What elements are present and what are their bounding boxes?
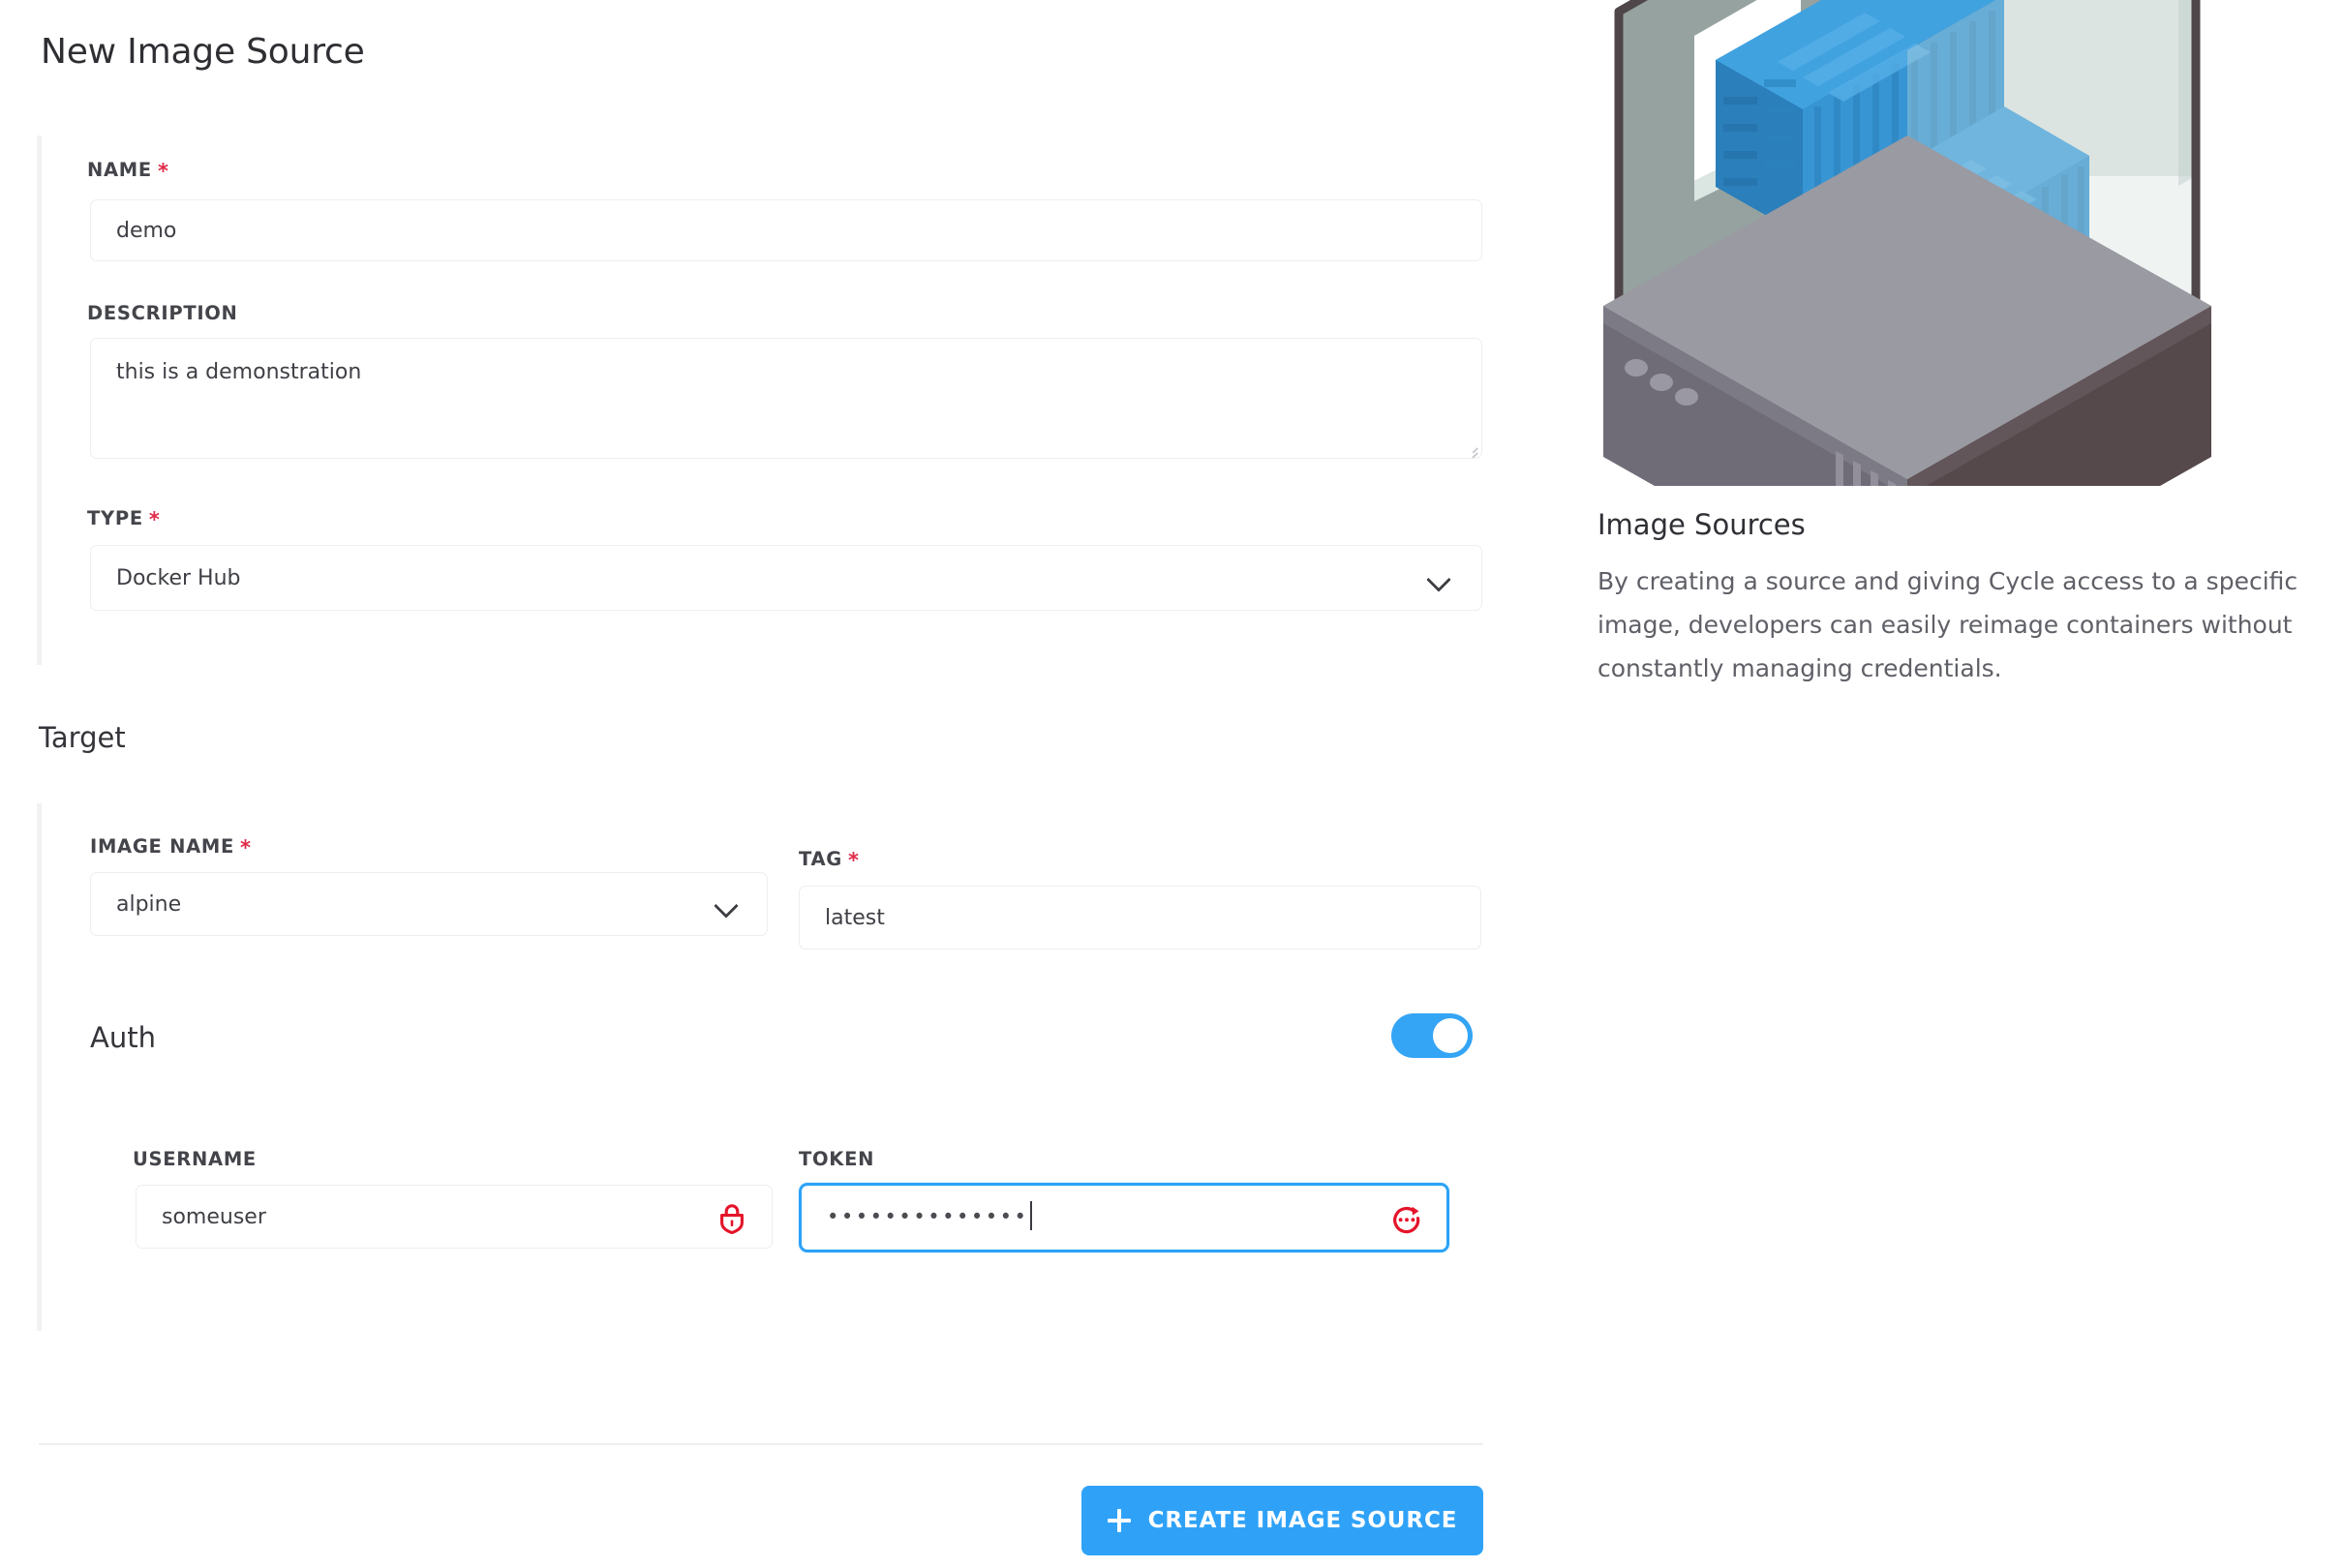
tag-label-text: TAG — [799, 848, 842, 870]
description-textarea[interactable]: this is a demonstration — [90, 338, 1482, 459]
new-image-source-page: New Image Source NAME * demo DESCRIPTION … — [0, 0, 2343, 1568]
target-section-heading: Target — [39, 721, 126, 754]
name-input-value: demo — [116, 218, 177, 243]
tag-label: TAG * — [799, 847, 860, 872]
create-image-source-button[interactable]: CREATE IMAGE SOURCE — [1081, 1486, 1483, 1555]
info-panel-title: Image Sources — [1598, 508, 1806, 541]
token-label-text: TOKEN — [799, 1148, 875, 1170]
type-select-value: Docker Hub — [116, 565, 241, 590]
username-label: USERNAME — [133, 1148, 257, 1170]
tag-input[interactable]: latest — [799, 886, 1481, 950]
chevron-down-icon[interactable] — [1427, 567, 1452, 592]
name-label: NAME * — [87, 158, 169, 183]
tag-input-value: latest — [825, 905, 885, 930]
name-label-text: NAME — [87, 159, 152, 181]
lock-icon[interactable] — [714, 1199, 750, 1236]
username-input-value: someuser — [162, 1204, 266, 1229]
description-label-text: DESCRIPTION — [87, 302, 238, 324]
username-label-text: USERNAME — [133, 1148, 257, 1170]
footer-divider — [39, 1443, 1483, 1445]
type-label: TYPE * — [87, 506, 161, 531]
page-title: New Image Source — [41, 32, 365, 72]
chevron-down-icon[interactable] — [715, 893, 740, 919]
description-label: DESCRIPTION — [87, 302, 238, 324]
name-input[interactable]: demo — [90, 199, 1482, 261]
type-required-asterisk: * — [148, 508, 161, 531]
auth-toggle-knob — [1433, 1018, 1468, 1053]
plus-icon — [1107, 1509, 1131, 1532]
type-select[interactable]: Docker Hub — [90, 545, 1482, 611]
username-input[interactable]: someuser — [136, 1185, 773, 1249]
description-textarea-value: this is a demonstration — [116, 360, 362, 384]
create-image-source-button-label: CREATE IMAGE SOURCE — [1147, 1508, 1458, 1533]
image-name-select-value: alpine — [116, 891, 182, 917]
form-column: New Image Source NAME * demo DESCRIPTION … — [0, 0, 1520, 1568]
image-name-label: IMAGE NAME * — [90, 834, 252, 859]
isometric-containers-in-glass-case-illustration — [1598, 0, 2217, 486]
auth-heading: Auth — [90, 1021, 156, 1054]
rotate-secret-icon[interactable] — [1388, 1201, 1425, 1238]
token-label: TOKEN — [799, 1148, 874, 1170]
auth-toggle[interactable] — [1391, 1013, 1473, 1058]
text-cursor — [1030, 1201, 1033, 1230]
image-name-label-text: IMAGE NAME — [90, 835, 235, 858]
info-panel: Image Sources By creating a source and g… — [1520, 0, 2343, 1568]
name-required-asterisk: * — [157, 160, 169, 183]
token-input-value: •••••••••••••• — [827, 1204, 1029, 1228]
tag-required-asterisk: * — [848, 849, 860, 872]
type-label-text: TYPE — [87, 507, 143, 529]
image-name-required-asterisk: * — [240, 836, 252, 859]
info-panel-body: By creating a source and giving Cycle ac… — [1598, 567, 2298, 682]
token-input[interactable]: •••••••••••••• — [799, 1183, 1449, 1252]
textarea-resize-handle[interactable] — [1464, 440, 1478, 458]
image-name-select[interactable]: alpine — [90, 872, 768, 936]
